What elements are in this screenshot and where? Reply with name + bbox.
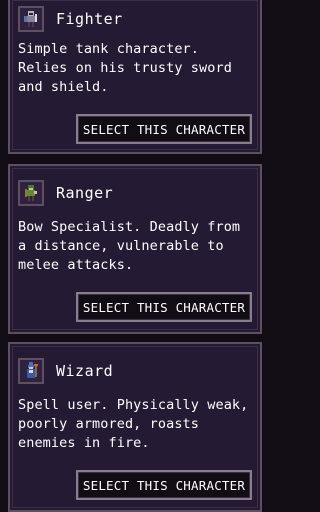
fighter-portrait-icon	[18, 6, 44, 32]
character-name: Wizard	[56, 361, 114, 380]
character-name: Fighter	[56, 9, 123, 28]
select-wizard-button[interactable]: SELECT THIS CHARACTER	[76, 470, 252, 500]
ranger-portrait-icon	[18, 180, 44, 206]
character-name: Ranger	[56, 183, 114, 202]
select-ranger-button[interactable]: SELECT THIS CHARACTER	[76, 292, 252, 322]
wizard-portrait-icon	[18, 358, 44, 384]
character-description: Simple tank character. Relies on his tru…	[18, 41, 232, 95]
select-fighter-button[interactable]: SELECT THIS CHARACTER	[76, 114, 252, 144]
character-description: Spell user. Physically weak, poorly armo…	[18, 397, 249, 451]
character-description: Bow Specialist. Deadly from a distance, …	[18, 219, 241, 273]
character-card-ranger: Ranger Bow Specialist. Deadly from a dis…	[8, 164, 262, 334]
character-card-wizard: Wizard Spell user. Physically weak, poor…	[8, 342, 262, 512]
character-card-fighter: Fighter Simple tank character. Relies on…	[8, 0, 262, 154]
